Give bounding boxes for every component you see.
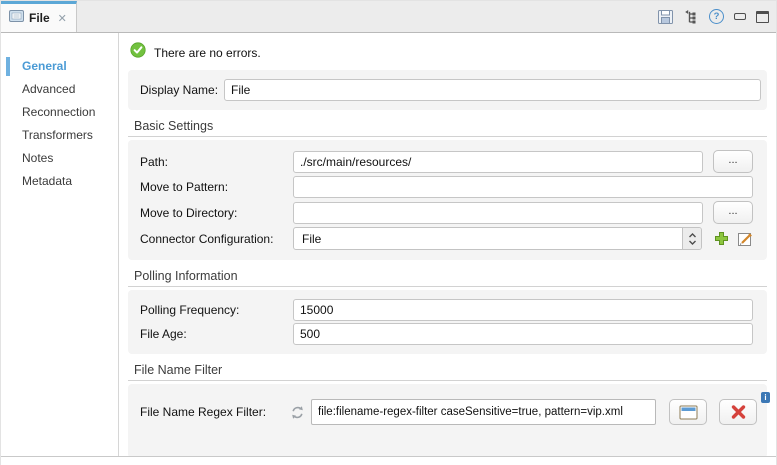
tab-title: File (29, 11, 50, 25)
properties-file-icon (9, 9, 24, 27)
delete-filter-button[interactable] (719, 399, 757, 425)
sidebar-item-general[interactable]: General (1, 55, 118, 78)
info-icon: i (761, 392, 770, 403)
tab-file[interactable]: File ✕ (1, 1, 77, 32)
move-to-pattern-row: Move to Pattern: (140, 176, 753, 198)
path-label: Path: (140, 155, 293, 169)
add-connector-icon[interactable] (713, 230, 730, 247)
move-to-pattern-label: Move to Pattern: (140, 180, 293, 194)
status-message: There are no errors. (154, 46, 261, 60)
basic-settings-panel: Path: ... Move to Pattern: Move to Direc… (128, 140, 767, 260)
polling-frequency-row: Polling Frequency: (140, 299, 753, 321)
move-to-directory-input[interactable] (293, 202, 703, 224)
file-age-input[interactable] (293, 323, 753, 345)
display-name-input[interactable] (224, 79, 761, 101)
basic-settings-title: Basic Settings (134, 119, 767, 133)
move-to-directory-row: Move to Directory: ... (140, 201, 753, 224)
hierarchy-tree-icon[interactable] (684, 9, 699, 25)
file-age-label: File Age: (140, 327, 293, 341)
polling-frequency-input[interactable] (293, 299, 753, 321)
chevron-stepper-icon[interactable] (682, 228, 701, 249)
minimize-icon[interactable] (734, 13, 746, 20)
move-to-directory-label: Move to Directory: (140, 206, 293, 220)
path-row: Path: ... (140, 150, 753, 173)
path-input[interactable] (293, 151, 703, 173)
polling-information-panel: Polling Frequency: File Age: (128, 290, 767, 354)
connector-configuration-value: File (294, 232, 682, 246)
display-name-panel: Display Name: (128, 70, 767, 110)
maximize-icon[interactable] (756, 11, 769, 23)
close-icon[interactable]: ✕ (58, 12, 67, 25)
regex-filter-input[interactable] (311, 399, 656, 425)
sync-arrows-icon (290, 405, 305, 420)
help-icon[interactable]: ? (709, 9, 724, 24)
status-row: There are no errors. (130, 42, 767, 63)
move-to-pattern-input[interactable] (293, 176, 753, 198)
sidebar-item-metadata[interactable]: Metadata (1, 170, 118, 193)
connector-configuration-row: Connector Configuration: File (140, 227, 753, 250)
open-dialog-button[interactable] (669, 399, 707, 425)
view-toolbar: ? (657, 1, 769, 32)
polling-frequency-label: Polling Frequency: (140, 303, 293, 317)
sidebar-item-notes[interactable]: Notes (1, 147, 118, 170)
file-age-row: File Age: (140, 323, 753, 345)
regex-filter-row: File Name Regex Filter: i (140, 399, 755, 425)
connector-configuration-label: Connector Configuration: (140, 232, 293, 246)
connector-configuration-select[interactable]: File (293, 227, 702, 250)
main-panel: There are no errors. Display Name: Basic… (119, 33, 776, 456)
file-name-filter-title: File Name Filter (134, 363, 767, 377)
move-to-directory-browse-button[interactable]: ... (713, 201, 753, 224)
regex-filter-label: File Name Regex Filter: (140, 405, 290, 419)
path-browse-button[interactable]: ... (713, 150, 753, 173)
view-body: General Advanced Reconnection Transforme… (1, 33, 776, 457)
sidebar-item-reconnection[interactable]: Reconnection (1, 101, 118, 124)
save-icon[interactable] (657, 9, 674, 25)
section-divider (128, 380, 767, 381)
sidebar-item-advanced[interactable]: Advanced (1, 78, 118, 101)
sidebar-item-transformers[interactable]: Transformers (1, 124, 118, 147)
sidebar: General Advanced Reconnection Transforme… (1, 33, 119, 456)
green-check-icon (130, 42, 146, 63)
properties-view: File ✕ ? General Advanced Reconnection T… (0, 0, 777, 465)
display-name-label: Display Name: (140, 83, 224, 97)
tab-bar: File ✕ ? (1, 1, 776, 33)
edit-connector-icon[interactable] (737, 231, 753, 247)
file-name-filter-panel: File Name Regex Filter: i (128, 384, 767, 456)
polling-information-title: Polling Information (134, 269, 767, 283)
section-divider (128, 286, 767, 287)
section-divider (128, 136, 767, 137)
